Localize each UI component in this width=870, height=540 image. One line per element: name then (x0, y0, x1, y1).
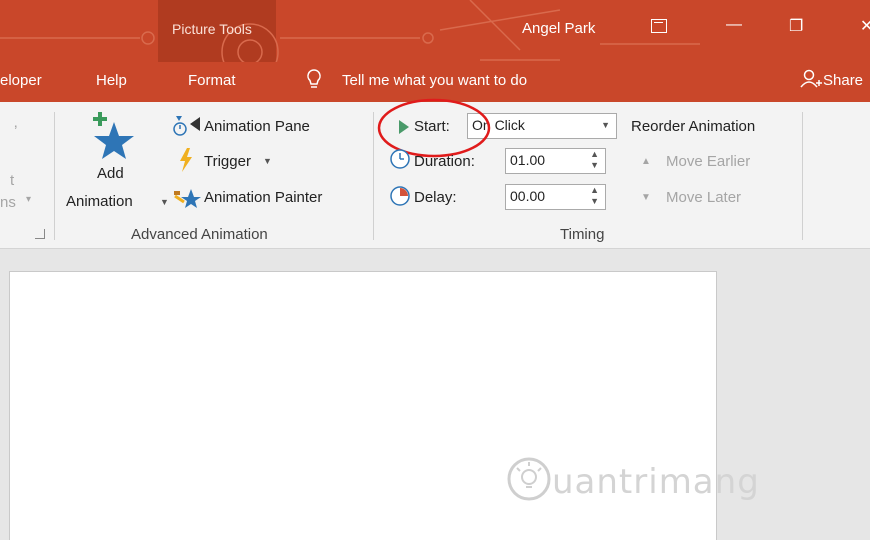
share-person-icon (800, 69, 822, 88)
delay-spin-arrows-icon[interactable]: ▲ ▼ (590, 185, 599, 207)
user-name[interactable]: Angel Park (522, 20, 595, 37)
ribbon-display-options-icon[interactable] (651, 19, 667, 33)
move-later-arrow-icon: ▼ (641, 192, 651, 203)
tell-me-search[interactable]: Tell me what you want to do (342, 72, 527, 89)
minimize-button[interactable]: — (726, 16, 742, 34)
duration-clock-icon (390, 149, 410, 169)
delay-clock-icon (390, 186, 410, 206)
trigger-button[interactable]: Trigger (204, 153, 251, 170)
advanced-animation-group-label: Advanced Animation (131, 226, 268, 243)
duration-label: Duration: (414, 153, 475, 170)
dialog-launcher-icon[interactable] (35, 229, 45, 239)
duration-value: 01.00 (510, 152, 546, 168)
lightbulb-icon (307, 69, 321, 88)
move-earlier-arrow-icon: ▲ (641, 156, 651, 167)
animation-pane-icon (173, 116, 200, 136)
animation-pane-button[interactable]: Animation Pane (204, 118, 310, 135)
picture-tools-label: Picture Tools (172, 21, 252, 37)
left-group-cut-text-1[interactable]: t (10, 172, 14, 189)
tab-developer[interactable]: eloper (0, 72, 42, 89)
timing-group-label: Timing (560, 226, 605, 243)
add-animation-label-line2[interactable]: Animation (66, 193, 133, 210)
add-animation-button[interactable] (78, 108, 138, 162)
add-animation-star-icon (93, 112, 134, 159)
animation-painter-icon (174, 189, 201, 208)
move-earlier-button[interactable]: Move Earlier (666, 153, 750, 170)
delay-value: 00.00 (510, 188, 546, 204)
add-animation-label-line1[interactable]: Add (97, 165, 124, 182)
move-later-button[interactable]: Move Later (666, 189, 741, 206)
duration-spin-arrows-icon[interactable]: ▲ ▼ (590, 149, 599, 171)
group-separator (802, 112, 803, 240)
restore-button[interactable]: ❐ (789, 16, 803, 36)
left-group-cut-text-2[interactable]: ns (0, 194, 16, 211)
group-separator (373, 112, 374, 240)
watermark-text: uantrimang (552, 462, 760, 502)
reorder-animation-title: Reorder Animation (631, 118, 756, 135)
add-animation-caret-icon: ▼ (160, 197, 169, 207)
share-button[interactable]: Share (823, 72, 863, 89)
tab-format[interactable]: Format (188, 72, 236, 89)
close-button[interactable]: ✕ (860, 16, 870, 36)
watermark-logo-icon (507, 457, 551, 501)
animation-painter-button[interactable]: Animation Painter (204, 189, 322, 206)
trigger-caret-icon: ▼ (263, 156, 272, 166)
duration-spinner[interactable]: 01.00 ▲ ▼ (505, 148, 606, 174)
left-group-cut-arrow: ʼ (14, 124, 18, 141)
group-separator (54, 112, 55, 240)
start-dropdown-caret-icon: ▼ (601, 120, 610, 130)
trigger-lightning-icon (180, 148, 192, 172)
tab-help[interactable]: Help (96, 72, 127, 89)
delay-label: Delay: (414, 189, 457, 206)
delay-spinner[interactable]: 00.00 ▲ ▼ (505, 184, 606, 210)
left-dropdown-caret-icon: ▾ (26, 194, 32, 205)
